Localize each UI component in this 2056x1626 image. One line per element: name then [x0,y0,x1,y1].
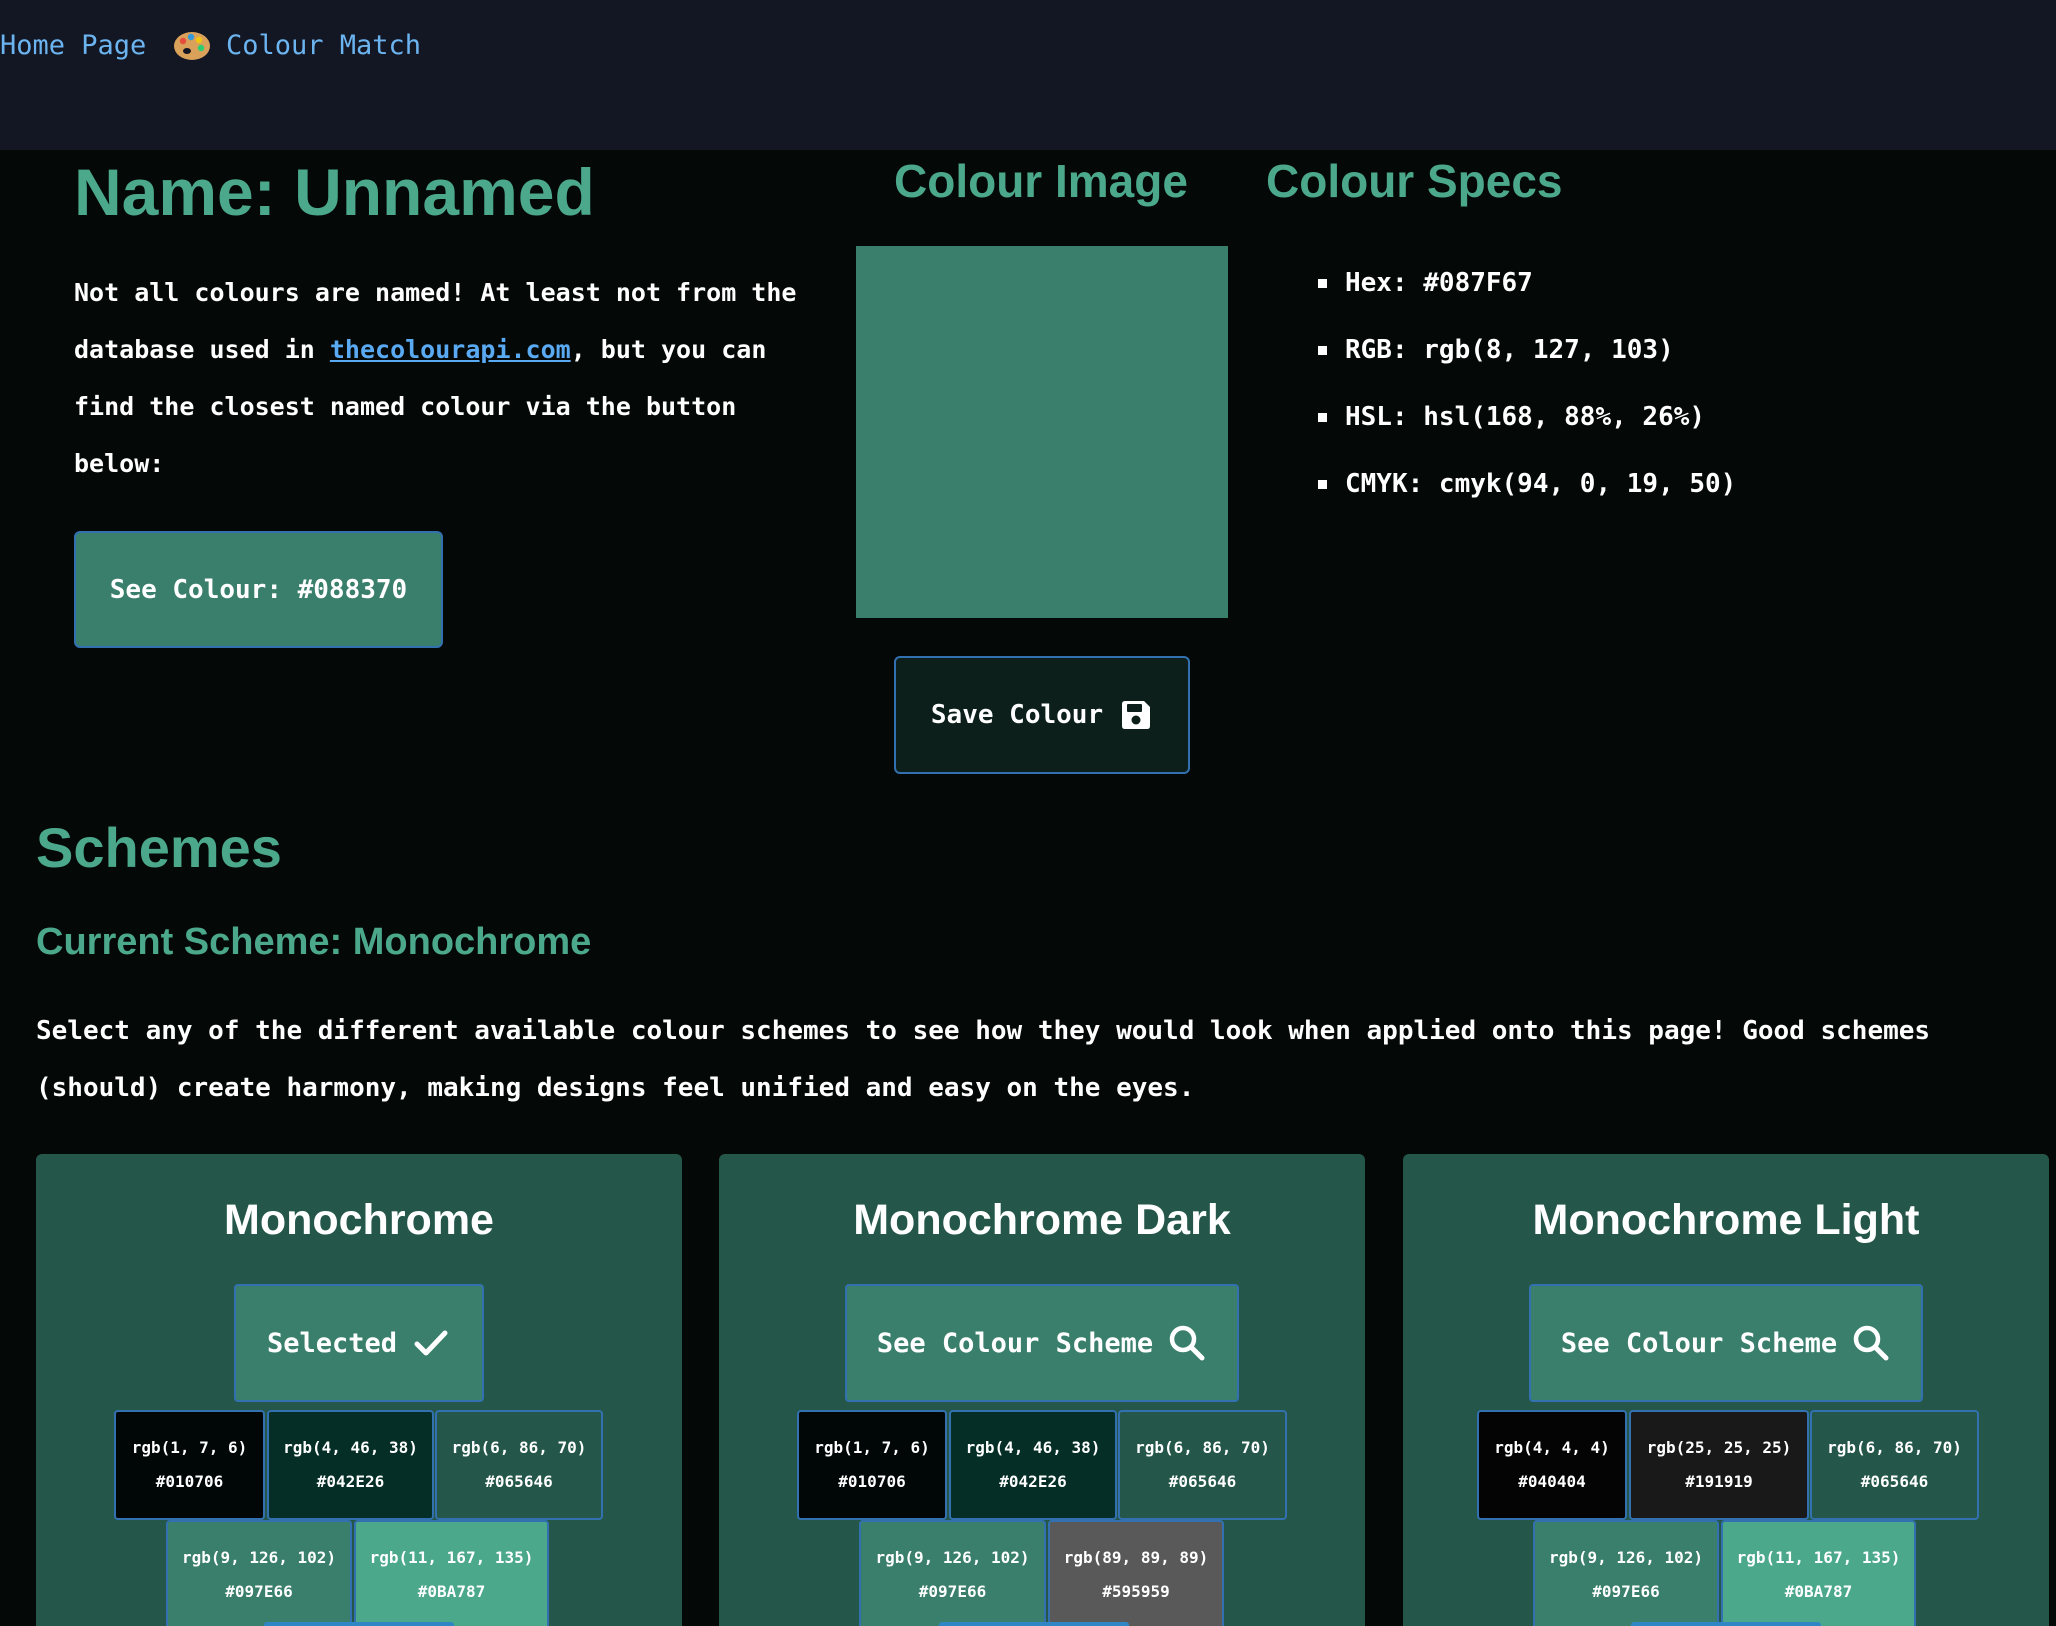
chip-hex-value: #010706 [155,1472,224,1491]
colour-chip[interactable]: rgb(9, 126, 102) #097E66 [859,1520,1046,1626]
chip-hex-value: #097E66 [918,1582,987,1601]
colour-chip[interactable]: rgb(89, 89, 89) #595959 [1048,1520,1224,1626]
check-icon [414,1330,448,1356]
colour-chip[interactable]: rgb(9, 126, 102) #097E66 [166,1520,352,1626]
chip-rgb-value: rgb(11, 167, 135) [369,1548,534,1567]
scheme-card-title: Monochrome Dark [853,1196,1231,1244]
search-icon [1853,1325,1889,1361]
scheme-selected-button[interactable]: Selected [234,1284,484,1402]
see-colour-scheme-button[interactable]: See Colour Scheme [845,1284,1239,1402]
nav-colour-match-label: Colour Match [226,30,422,61]
scheme-button-label: See Colour Scheme [1560,1327,1838,1359]
chip-rgb-value: rgb(25, 25, 25) [1646,1438,1792,1457]
save-colour-button[interactable]: Save Colour [894,656,1190,774]
spec-hex: Hex: #087F67 [1318,250,1736,317]
schemes-description: Select any of the different available co… [36,1016,1931,1103]
chip-hex-value: #065646 [1168,1472,1237,1491]
chip-hex-value: #097E66 [1592,1582,1660,1601]
save-colour-label: Save Colour [930,700,1104,730]
colour-swatch [856,246,1228,618]
see-closest-colour-button[interactable]: See Colour: #088370 [74,531,443,648]
nav-home-link[interactable]: Home Page [0,28,146,64]
colour-chip[interactable]: rgb(4, 46, 38) #042E26 [267,1410,434,1520]
chip-rgb-value: rgb(11, 167, 135) [1736,1548,1901,1567]
scheme-card: Monochrome Dark See Colour Scheme rgb(1, 7… [719,1154,1365,1626]
chip-hex-value: #040404 [1518,1472,1586,1491]
colour-intro-text: Not all colours are named! At least not … [74,264,834,492]
colour-chip[interactable]: rgb(9, 126, 102) #097E66 [1533,1520,1719,1626]
chip-hex-value: #0BA787 [417,1582,486,1601]
colour-api-link[interactable]: thecolourapi.com [330,335,571,364]
nav-colour-match-link[interactable]: Colour Match [172,28,421,64]
chip-hex-value: #0BA787 [1784,1582,1853,1601]
chip-rgb-value: rgb(9, 126, 102) [875,1548,1030,1567]
colour-chip[interactable]: rgb(4, 46, 38) #042E26 [949,1410,1117,1520]
colour-chip[interactable]: rgb(6, 86, 70) #065646 [1810,1410,1979,1520]
scheme-card: Monochrome Light See Colour Scheme rgb(4, … [1403,1154,2049,1626]
chip-rgb-value: rgb(4, 46, 38) [283,1438,418,1457]
scheme-card-title: Monochrome [224,1196,494,1244]
colour-chip[interactable]: rgb(6, 86, 70) #065646 [435,1410,603,1520]
chip-hex-value: #042E26 [316,1472,385,1491]
scheme-button-label: See Colour Scheme [876,1327,1154,1359]
palette-icon [174,32,210,60]
chip-rgb-value: rgb(6, 86, 70) [1135,1438,1270,1457]
chip-rgb-value: rgb(6, 86, 70) [1827,1438,1962,1457]
colour-chip-partial [939,1622,1129,1626]
colour-chip-partial [264,1622,454,1626]
colour-name-heading: Name: Unnamed [74,155,595,229]
scheme-card-title: Monochrome Light [1532,1196,1920,1244]
colour-chip[interactable]: rgb(11, 167, 135) #0BA787 [1721,1520,1916,1626]
colour-image-heading: Colour Image [894,155,1188,207]
spec-cmyk: CMYK: cmyk(94, 0, 19, 50) [1318,451,1736,518]
chip-hex-value: #065646 [1860,1472,1929,1491]
colour-chip[interactable]: rgb(6, 86, 70) #065646 [1118,1410,1287,1520]
spec-rgb: RGB: rgb(8, 127, 103) [1318,317,1736,384]
current-scheme-heading: Current Scheme: Monochrome [36,921,592,963]
colour-chip[interactable]: rgb(1, 7, 6) #010706 [797,1410,947,1520]
colour-specs-list: Hex: #087F67 RGB: rgb(8, 127, 103) HSL: … [1318,250,1736,518]
top-nav: Home Page Colour Match [0,0,2056,150]
chip-hex-value: #191919 [1685,1472,1753,1491]
scheme-button-label: Selected [266,1327,398,1359]
chip-hex-value: #065646 [485,1472,553,1491]
chip-rgb-value: rgb(4, 4, 4) [1494,1438,1610,1457]
colour-chip[interactable]: rgb(25, 25, 25) #191919 [1629,1410,1809,1520]
floppy-disk-icon [1122,701,1151,729]
colour-chip[interactable]: rgb(11, 167, 135) #0BA787 [354,1520,549,1626]
spec-hsl: HSL: hsl(168, 88%, 26%) [1318,384,1736,451]
chip-hex-value: #595959 [1102,1582,1170,1601]
chip-rgb-value: rgb(9, 126, 102) [1548,1548,1704,1567]
colour-specs-heading: Colour Specs [1266,155,1563,207]
chip-hex-value: #042E26 [999,1472,1067,1491]
chip-hex-value: #010706 [838,1472,906,1491]
chip-rgb-value: rgb(9, 126, 102) [181,1548,337,1567]
chip-rgb-value: rgb(4, 46, 38) [965,1438,1101,1457]
chip-rgb-value: rgb(1, 7, 6) [131,1438,248,1457]
colour-chip-partial [1631,1622,1821,1626]
search-icon [1169,1325,1205,1361]
chip-rgb-value: rgb(6, 86, 70) [451,1438,587,1457]
colour-chip[interactable]: rgb(4, 4, 4) #040404 [1477,1410,1627,1520]
see-colour-scheme-button[interactable]: See Colour Scheme [1529,1284,1923,1402]
chip-rgb-value: rgb(89, 89, 89) [1063,1548,1209,1567]
schemes-heading: Schemes [36,816,282,879]
scheme-card: Monochrome Selected rgb(1, 7, 6) #010706 rgb… [36,1154,682,1626]
chip-hex-value: #097E66 [225,1582,293,1601]
colour-chip[interactable]: rgb(1, 7, 6) #010706 [114,1410,265,1520]
chip-rgb-value: rgb(1, 7, 6) [814,1438,930,1457]
